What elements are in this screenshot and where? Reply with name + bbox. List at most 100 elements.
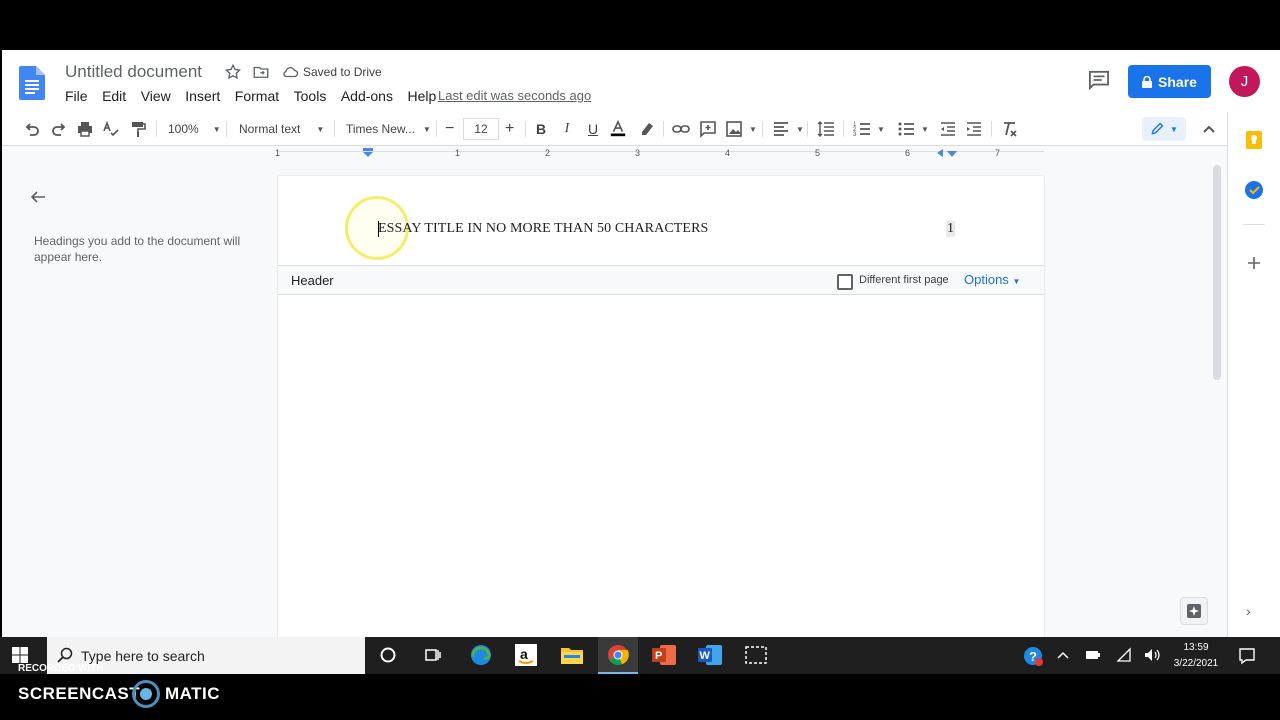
menu-tools[interactable]: Tools <box>294 88 327 104</box>
snipping-tool-icon[interactable] <box>742 642 770 668</box>
explore-button[interactable] <box>1180 597 1208 625</box>
battery-icon[interactable] <box>1085 649 1101 661</box>
italic-icon[interactable]: I <box>558 120 576 138</box>
spellcheck-icon[interactable] <box>102 120 120 138</box>
zoom-value: 100% <box>168 122 199 136</box>
right-indent-marker-icon[interactable] <box>935 148 945 158</box>
text-cursor <box>378 221 379 237</box>
redo-icon[interactable] <box>50 120 68 138</box>
decrease-indent-icon[interactable] <box>939 120 957 138</box>
print-icon[interactable] <box>76 120 94 138</box>
editing-mode-select[interactable]: ▼ <box>1142 117 1186 141</box>
clear-formatting-icon[interactable] <box>1000 120 1018 138</box>
wifi-icon[interactable] <box>1116 647 1132 663</box>
document-title[interactable]: Untitled document <box>65 62 202 82</box>
clock-date: 3/22/2021 <box>1173 658 1219 669</box>
file-explorer-icon[interactable] <box>558 642 586 668</box>
add-comment-icon[interactable] <box>699 120 717 138</box>
hide-menus-chevron-up-icon[interactable] <box>1200 120 1218 138</box>
edge-browser-icon[interactable] <box>467 642 495 668</box>
paragraph-style-select[interactable]: Normal text ▼ <box>239 120 324 138</box>
menu-edit[interactable]: Edit <box>102 88 126 104</box>
help-icon[interactable]: ? <box>1022 645 1044 667</box>
explore-icon <box>1187 604 1201 618</box>
chrome-browser-icon[interactable] <box>598 637 638 674</box>
zoom-select[interactable]: 100% ▼ <box>168 120 221 138</box>
notifications-icon[interactable] <box>1238 647 1256 665</box>
toolbar-divider <box>663 121 664 137</box>
ruler-track <box>278 151 1044 159</box>
increase-indent-icon[interactable] <box>965 120 983 138</box>
keep-icon[interactable] <box>1244 130 1264 150</box>
increase-font-size-button[interactable]: + <box>505 120 514 138</box>
ruler-number: 1 <box>455 148 461 158</box>
last-edit-link[interactable]: Last edit was seconds ago <box>438 88 591 103</box>
share-button[interactable]: Share <box>1128 65 1211 98</box>
recorded-with-label: RECORDED WITH <box>18 663 104 674</box>
page-number[interactable]: 1 <box>946 221 955 237</box>
toolbar-divider <box>436 121 437 137</box>
close-outline-arrow-icon[interactable] <box>29 188 47 206</box>
show-hidden-icons-chevron-up-icon[interactable] <box>1057 650 1069 660</box>
font-value: Times New... <box>346 122 415 136</box>
paragraph-style-value: Normal text <box>239 122 301 136</box>
document-page[interactable]: ESSAY TITLE IN NO MORE THAN 50 CHARACTER… <box>278 176 1044 637</box>
header-options-button[interactable]: Options ▼ <box>964 272 1020 287</box>
menu-insert[interactable]: Insert <box>185 88 220 104</box>
menu-format[interactable]: Format <box>235 88 279 104</box>
task-view-icon[interactable] <box>419 642 447 668</box>
decrease-font-size-button[interactable]: − <box>445 120 454 138</box>
word-icon[interactable]: W <box>696 642 724 668</box>
vertical-scrollbar[interactable] <box>1213 165 1221 380</box>
bulleted-list-icon[interactable]: ▼ <box>897 120 929 138</box>
ruler-number: 7 <box>995 148 1001 158</box>
align-icon[interactable]: ▼ <box>772 120 804 138</box>
text-color-icon[interactable] <box>609 120 627 138</box>
add-addon-icon[interactable] <box>1246 255 1262 271</box>
clock-time: 13:59 <box>1183 642 1209 653</box>
menu-bar: File Edit View Insert Format Tools Add-o… <box>65 88 451 104</box>
menu-help[interactable]: Help <box>407 88 436 104</box>
header-text[interactable]: ESSAY TITLE IN NO MORE THAN 50 CHARACTER… <box>378 221 708 237</box>
volume-icon[interactable] <box>1144 648 1160 662</box>
left-indent-marker-icon[interactable] <box>362 148 374 158</box>
horizontal-ruler[interactable]: 1 1 2 3 4 5 6 7 <box>2 146 1227 161</box>
menu-file[interactable]: File <box>65 88 88 104</box>
move-to-folder-icon[interactable] <box>252 63 270 81</box>
ruler-number: 4 <box>725 148 731 158</box>
paint-format-icon[interactable] <box>129 120 147 138</box>
font-size-input[interactable]: 12 <box>463 118 499 140</box>
line-spacing-icon[interactable] <box>817 120 835 138</box>
toolbar-divider <box>843 121 844 137</box>
menu-view[interactable]: View <box>141 88 171 104</box>
search-placeholder: Type here to search <box>81 648 205 664</box>
insert-image-icon[interactable]: ▼ <box>725 120 757 138</box>
highlight-color-icon[interactable] <box>638 120 656 138</box>
comments-icon[interactable] <box>1088 70 1110 90</box>
account-avatar[interactable]: J <box>1229 66 1260 97</box>
windows-start-icon[interactable] <box>12 647 28 663</box>
docs-logo-icon[interactable] <box>19 66 45 100</box>
chevron-right-icon[interactable]: › <box>1246 603 1251 619</box>
chevron-down-icon: ▼ <box>1012 277 1021 286</box>
underline-icon[interactable]: U <box>584 120 602 138</box>
undo-icon[interactable] <box>23 120 41 138</box>
numbered-list-icon[interactable]: 1 2 3 ▼ <box>853 120 885 138</box>
bold-icon[interactable]: B <box>532 120 550 138</box>
taskbar-clock[interactable]: 13:59 3/22/2021 <box>1172 640 1220 672</box>
right-margin-marker-icon[interactable] <box>947 150 957 158</box>
menu-add-ons[interactable]: Add-ons <box>341 88 393 104</box>
different-first-page-label[interactable]: Different first page <box>859 274 949 286</box>
screencast-watermark: RECORDED WITH SCREENCAST MATIC <box>0 663 1280 720</box>
star-icon[interactable] <box>224 63 242 81</box>
different-first-page-checkbox[interactable] <box>837 274 853 290</box>
cortana-icon[interactable] <box>374 642 402 668</box>
toolbar: 100% ▼ Normal text ▼ Times New... ▼ − 12 + … <box>2 112 1227 146</box>
tasks-icon[interactable] <box>1244 180 1264 200</box>
powerpoint-icon[interactable]: P <box>650 642 678 668</box>
amazon-app-icon[interactable]: a <box>512 642 540 668</box>
share-label: Share <box>1158 73 1197 90</box>
search-icon <box>57 647 73 663</box>
font-select[interactable]: Times New... ▼ <box>346 120 431 138</box>
insert-link-icon[interactable] <box>672 120 690 138</box>
